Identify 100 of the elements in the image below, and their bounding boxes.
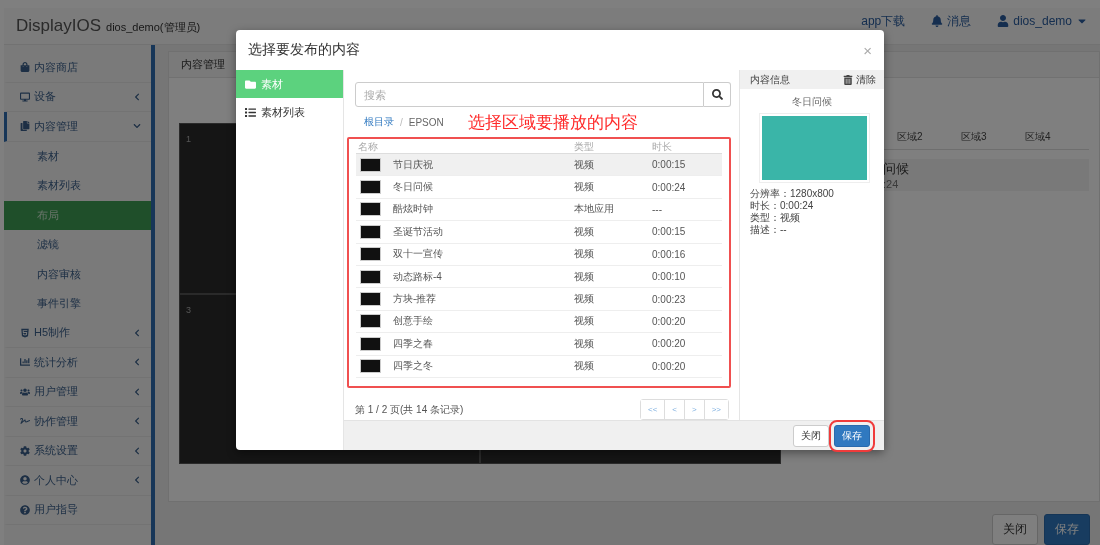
user-icon (997, 15, 1010, 27)
table-cell: 0:00:20 (652, 360, 686, 372)
content-duration: :24 (883, 178, 900, 190)
chevron-left-icon (133, 387, 141, 396)
table-cell: 0:00:15 (652, 159, 686, 171)
table-cell: --- (652, 203, 662, 215)
detail-text: 描述：-- (749, 224, 788, 236)
page-button[interactable]: >> (703, 400, 728, 419)
account-label: dios_demo(管理员) (106, 20, 201, 35)
sidebar-item[interactable]: 个人中心 (4, 466, 151, 496)
thumbnail-placeholder (360, 314, 381, 329)
pagination-summary: 第 1 / 2 页(共 14 条记录) (355, 402, 464, 417)
header-link[interactable]: dios_demo (997, 14, 1088, 28)
sidebar-subitem[interactable]: 滤镜 (4, 230, 151, 260)
table-cell: 0:00:20 (652, 315, 686, 327)
sidebar-item[interactable]: 内容管理 (4, 112, 151, 142)
chevron-left-icon (133, 446, 141, 455)
table-cell: 四季之春 (393, 336, 433, 351)
table-cell: 创意手绘 (393, 314, 433, 329)
table-cell: 0:00:16 (652, 248, 686, 260)
sidebar-subitem[interactable]: 素材列表 (4, 171, 151, 201)
breadcrumb-link[interactable]: 根目录 (364, 115, 394, 129)
sidebar-item[interactable]: 系统设置 (4, 436, 151, 466)
sidebar-subitem[interactable]: 布局 (4, 200, 151, 230)
column-header: 时长 (652, 140, 672, 154)
table-cell-text: 视频 (574, 292, 595, 307)
column-header: 区域4 (1025, 129, 1052, 144)
table-cell-text: 视频 (574, 247, 595, 262)
breadcrumb-separator: / (400, 116, 403, 128)
app-logo: DisplayIOS (16, 16, 102, 36)
chevron-down-icon (133, 122, 141, 131)
search-icon (711, 89, 723, 100)
thumbnail-placeholder (360, 224, 381, 239)
table-cell: 四季之冬 (393, 359, 433, 374)
list-icon (245, 106, 256, 118)
detail-text: 时长：0:00:24 (749, 200, 815, 212)
close-button[interactable]: 关闭 (992, 514, 1038, 545)
thumbnail-placeholder (360, 247, 381, 262)
breadcrumb-current: EPSON (408, 116, 444, 128)
annotation-text: 选择区域要播放的内容 (467, 111, 638, 134)
sidebar-item[interactable]: 设备 (4, 82, 151, 112)
trash-icon (843, 74, 853, 85)
search-field[interactable]: 搜索 (355, 82, 704, 107)
column-header: 类型 (574, 140, 595, 154)
close-button[interactable]: 关闭 (793, 424, 829, 447)
table-cell: 冬日问候 (393, 180, 433, 195)
content-name: 问候 (883, 160, 910, 178)
table-cell-text: 视频 (574, 180, 595, 195)
save-button[interactable]: 保存 (1044, 514, 1090, 545)
table-cell: 0:00:24 (652, 181, 686, 193)
table-cell-text: 视频 (574, 224, 595, 239)
sidebar-item[interactable]: 协作管理 (4, 407, 151, 437)
thumbnail-placeholder (360, 180, 381, 195)
panel-heading: 内容信息 (750, 72, 790, 87)
thumbnail-placeholder (360, 336, 381, 351)
thumbnail-placeholder (360, 157, 381, 172)
table-cell: 0:00:10 (652, 271, 686, 283)
table-cell: 0:00:23 (652, 293, 686, 305)
table-cell: 酷炫时钟 (393, 202, 433, 217)
table-cell: 0:00:15 (652, 226, 686, 238)
chevron-left-icon (133, 476, 141, 485)
column-header: 区域2 (897, 129, 924, 144)
folder-icon (245, 78, 256, 90)
bell-icon (931, 15, 944, 27)
region-number: 1 (186, 134, 191, 144)
sidebar-item[interactable]: 统计分析 (4, 348, 151, 378)
detail-text: 分辨率：1280x800 (749, 188, 835, 200)
modal-title: 选择要发布的内容 (248, 41, 360, 59)
sidebar-subitem[interactable]: 素材 (4, 141, 151, 171)
table-cell: 双十一宣传 (393, 247, 443, 262)
preview-title: 冬日问候 (791, 95, 833, 109)
table-cell: 动态路标-4 (393, 269, 442, 284)
sidebar-item[interactable]: 内容商店 (4, 53, 151, 83)
thumbnail-placeholder (360, 292, 381, 307)
content-row[interactable]: 节日庆祝 视频 0:00:15 (356, 154, 722, 177)
search-button[interactable] (704, 82, 731, 107)
table-cell-text: 视频 (574, 359, 595, 374)
thumbnail-placeholder (360, 269, 381, 284)
table-cell-text: 视频 (574, 157, 595, 172)
sidebar-subitem[interactable]: 事件引擎 (4, 289, 151, 319)
table-cell-text: 本地应用 (574, 202, 615, 217)
chevron-left-icon (133, 92, 141, 101)
chevron-left-icon (133, 328, 141, 337)
close-button[interactable]: × (863, 41, 872, 59)
clear-link[interactable]: 清除 (843, 72, 876, 87)
thumbnail-placeholder (360, 359, 381, 374)
sidebar-subitem[interactable]: 内容审核 (4, 259, 151, 289)
sidebar-item[interactable]: H5制作 (4, 318, 151, 348)
header-link[interactable]: 消息 (931, 12, 972, 30)
sidebar-item[interactable]: 用户指导 (4, 495, 151, 525)
chevron-left-icon (133, 417, 141, 426)
nav-tab[interactable]: 素材 (236, 70, 343, 98)
header-link[interactable]: app下载 (861, 12, 906, 30)
table-cell-text: 视频 (574, 336, 595, 351)
thumbnail-placeholder (360, 202, 381, 217)
detail-text: 类型：视频 (749, 212, 801, 224)
table-cell-text: 视频 (574, 269, 595, 284)
table-cell: 0:00:20 (652, 338, 686, 350)
table-cell: 圣诞节活动 (393, 224, 443, 239)
sidebar-item[interactable]: 用户管理 (4, 377, 151, 407)
